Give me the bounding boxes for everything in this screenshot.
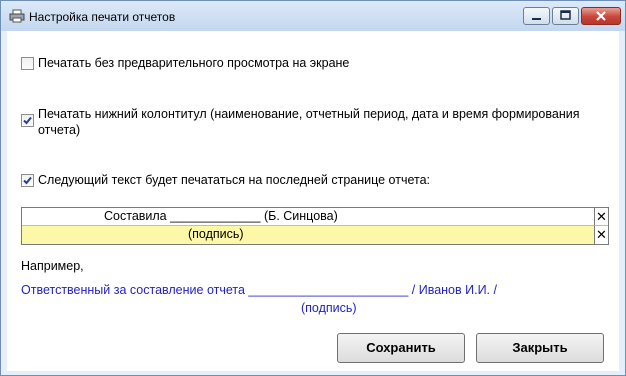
maximize-button[interactable]	[552, 7, 579, 25]
last-page-text-grid: Составила _____________ (Б. Синцова) ✕ (…	[21, 207, 609, 245]
example-line1: Ответственный за составление отчета ____…	[21, 283, 497, 297]
title-bar[interactable]: Настройка печати отчетов	[1, 1, 625, 31]
close-icon	[596, 11, 606, 21]
minimize-icon	[532, 18, 541, 20]
last-page-text-label[interactable]: Следующий текст будет печататься на посл…	[38, 172, 430, 188]
maximize-icon	[560, 10, 571, 20]
delete-row-button[interactable]: ✕	[594, 226, 608, 244]
footer-checkbox[interactable]	[21, 114, 34, 127]
no-preview-label[interactable]: Печатать без предварительного просмотра …	[38, 55, 349, 71]
checkmark-icon	[23, 176, 32, 185]
grid-row-text[interactable]: Составила _____________ (Б. Синцова)	[104, 209, 338, 223]
close-window-button[interactable]	[581, 7, 621, 25]
window-title: Настройка печати отчетов	[29, 10, 176, 24]
grid-row-text[interactable]: (подпись)	[188, 227, 244, 241]
close-button[interactable]: Закрыть	[476, 333, 604, 363]
no-preview-checkbox[interactable]	[21, 57, 34, 70]
print-settings-window: Настройка печати отчетов Печатать без пр…	[0, 0, 626, 376]
footer-label[interactable]: Печатать нижний колонтитул (наименование…	[38, 106, 579, 138]
delete-row-button[interactable]: ✕	[594, 208, 608, 226]
example-heading: Например,	[21, 259, 84, 273]
grid-row[interactable]: Составила _____________ (Б. Синцова)	[22, 208, 594, 226]
footer-label-line2: отчета)	[38, 123, 81, 137]
dialog-body: Печатать без предварительного просмотра …	[7, 31, 619, 371]
minimize-button[interactable]	[523, 7, 550, 25]
checkmark-icon	[23, 116, 32, 125]
grid-row-selected[interactable]: (подпись)	[22, 226, 594, 244]
last-page-text-checkbox[interactable]	[21, 174, 34, 187]
example-line2: (подпись)	[301, 301, 357, 315]
printer-icon	[9, 9, 25, 23]
footer-label-line1: Печатать нижний колонтитул (наименование…	[38, 107, 580, 121]
save-button[interactable]: Сохранить	[337, 333, 465, 363]
